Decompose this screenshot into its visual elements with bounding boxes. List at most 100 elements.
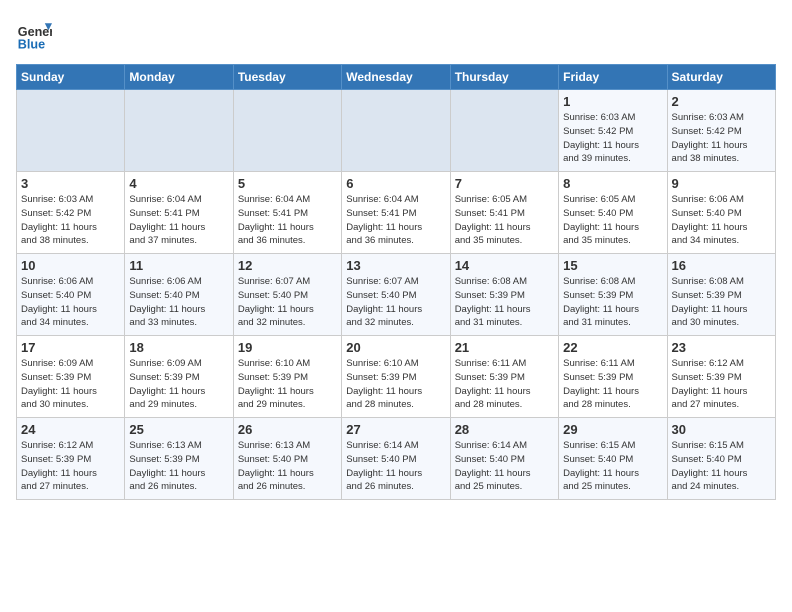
day-info: Sunrise: 6:03 AMSunset: 5:42 PMDaylight:…	[672, 111, 771, 166]
calendar-cell: 12Sunrise: 6:07 AMSunset: 5:40 PMDayligh…	[233, 254, 341, 336]
day-number: 29	[563, 422, 662, 437]
day-info: Sunrise: 6:10 AMSunset: 5:39 PMDaylight:…	[346, 357, 445, 412]
day-number: 16	[672, 258, 771, 273]
day-info: Sunrise: 6:05 AMSunset: 5:41 PMDaylight:…	[455, 193, 554, 248]
calendar-cell: 9 Sunrise: 6:06 AMSunset: 5:40 PMDaylight…	[667, 172, 775, 254]
weekday-header-thursday: Thursday	[450, 65, 558, 90]
calendar-cell: 15 Sunrise: 6:08 AMSunset: 5:39 PMDayligh…	[559, 254, 667, 336]
calendar-cell: 16 Sunrise: 6:08 AMSunset: 5:39 PMDayligh…	[667, 254, 775, 336]
day-number: 7	[455, 176, 554, 191]
weekday-header-tuesday: Tuesday	[233, 65, 341, 90]
calendar-cell: 1 Sunrise: 6:03 AMSunset: 5:42 PMDaylight…	[559, 90, 667, 172]
day-number: 15	[563, 258, 662, 273]
calendar-cell	[342, 90, 450, 172]
calendar-cell: 4Sunrise: 6:04 AMSunset: 5:41 PMDaylight…	[125, 172, 233, 254]
day-info: Sunrise: 6:12 AMSunset: 5:39 PMDaylight:…	[21, 439, 120, 494]
day-info: Sunrise: 6:08 AMSunset: 5:39 PMDaylight:…	[563, 275, 662, 330]
day-info: Sunrise: 6:06 AMSunset: 5:40 PMDaylight:…	[672, 193, 771, 248]
day-info: Sunrise: 6:12 AMSunset: 5:39 PMDaylight:…	[672, 357, 771, 412]
day-info: Sunrise: 6:03 AMSunset: 5:42 PMDaylight:…	[21, 193, 120, 248]
calendar-table: SundayMondayTuesdayWednesdayThursdayFrid…	[16, 64, 776, 500]
calendar-week-row: 17Sunrise: 6:09 AMSunset: 5:39 PMDayligh…	[17, 336, 776, 418]
weekday-header-row: SundayMondayTuesdayWednesdayThursdayFrid…	[17, 65, 776, 90]
day-info: Sunrise: 6:07 AMSunset: 5:40 PMDaylight:…	[346, 275, 445, 330]
calendar-cell: 19 Sunrise: 6:10 AMSunset: 5:39 PMDayligh…	[233, 336, 341, 418]
day-info: Sunrise: 6:13 AMSunset: 5:40 PMDaylight:…	[238, 439, 337, 494]
calendar-cell: 6Sunrise: 6:04 AMSunset: 5:41 PMDaylight…	[342, 172, 450, 254]
calendar-cell: 28Sunrise: 6:14 AMSunset: 5:40 PMDayligh…	[450, 418, 558, 500]
day-info: Sunrise: 6:05 AMSunset: 5:40 PMDaylight:…	[563, 193, 662, 248]
calendar-cell: 23 Sunrise: 6:12 AMSunset: 5:39 PMDayligh…	[667, 336, 775, 418]
calendar-week-row: 10 Sunrise: 6:06 AMSunset: 5:40 PMDayligh…	[17, 254, 776, 336]
calendar-week-row: 3 Sunrise: 6:03 AMSunset: 5:42 PMDaylight…	[17, 172, 776, 254]
calendar-week-row: 24 Sunrise: 6:12 AMSunset: 5:39 PMDayligh…	[17, 418, 776, 500]
day-info: Sunrise: 6:08 AMSunset: 5:39 PMDaylight:…	[455, 275, 554, 330]
day-number: 13	[346, 258, 445, 273]
day-info: Sunrise: 6:14 AMSunset: 5:40 PMDaylight:…	[455, 439, 554, 494]
calendar-cell	[450, 90, 558, 172]
calendar-cell: 11 Sunrise: 6:06 AMSunset: 5:40 PMDayligh…	[125, 254, 233, 336]
day-number: 11	[129, 258, 228, 273]
day-number: 25	[129, 422, 228, 437]
svg-text:Blue: Blue	[18, 37, 45, 51]
day-number: 23	[672, 340, 771, 355]
calendar-cell	[17, 90, 125, 172]
calendar-cell: 27 Sunrise: 6:14 AMSunset: 5:40 PMDayligh…	[342, 418, 450, 500]
calendar-cell: 26 Sunrise: 6:13 AMSunset: 5:40 PMDayligh…	[233, 418, 341, 500]
calendar-cell: 13 Sunrise: 6:07 AMSunset: 5:40 PMDayligh…	[342, 254, 450, 336]
day-number: 9	[672, 176, 771, 191]
calendar-week-row: 1 Sunrise: 6:03 AMSunset: 5:42 PMDaylight…	[17, 90, 776, 172]
day-number: 20	[346, 340, 445, 355]
calendar-cell: 25 Sunrise: 6:13 AMSunset: 5:39 PMDayligh…	[125, 418, 233, 500]
day-info: Sunrise: 6:03 AMSunset: 5:42 PMDaylight:…	[563, 111, 662, 166]
calendar-cell: 22 Sunrise: 6:11 AMSunset: 5:39 PMDayligh…	[559, 336, 667, 418]
logo: General Blue	[16, 16, 56, 52]
logo-icon: General Blue	[16, 16, 52, 52]
day-number: 30	[672, 422, 771, 437]
weekday-header-friday: Friday	[559, 65, 667, 90]
day-info: Sunrise: 6:07 AMSunset: 5:40 PMDaylight:…	[238, 275, 337, 330]
calendar-cell: 24 Sunrise: 6:12 AMSunset: 5:39 PMDayligh…	[17, 418, 125, 500]
day-info: Sunrise: 6:04 AMSunset: 5:41 PMDaylight:…	[346, 193, 445, 248]
calendar-cell: 5 Sunrise: 6:04 AMSunset: 5:41 PMDaylight…	[233, 172, 341, 254]
calendar-cell: 20 Sunrise: 6:10 AMSunset: 5:39 PMDayligh…	[342, 336, 450, 418]
day-number: 10	[21, 258, 120, 273]
day-number: 26	[238, 422, 337, 437]
calendar-cell: 14Sunrise: 6:08 AMSunset: 5:39 PMDayligh…	[450, 254, 558, 336]
calendar-cell	[233, 90, 341, 172]
day-info: Sunrise: 6:11 AMSunset: 5:39 PMDaylight:…	[455, 357, 554, 412]
day-info: Sunrise: 6:15 AMSunset: 5:40 PMDaylight:…	[563, 439, 662, 494]
day-info: Sunrise: 6:10 AMSunset: 5:39 PMDaylight:…	[238, 357, 337, 412]
day-number: 3	[21, 176, 120, 191]
day-info: Sunrise: 6:06 AMSunset: 5:40 PMDaylight:…	[129, 275, 228, 330]
calendar-cell: 2Sunrise: 6:03 AMSunset: 5:42 PMDaylight…	[667, 90, 775, 172]
day-info: Sunrise: 6:15 AMSunset: 5:40 PMDaylight:…	[672, 439, 771, 494]
day-number: 22	[563, 340, 662, 355]
day-number: 18	[129, 340, 228, 355]
weekday-header-monday: Monday	[125, 65, 233, 90]
calendar-cell: 30 Sunrise: 6:15 AMSunset: 5:40 PMDayligh…	[667, 418, 775, 500]
day-number: 27	[346, 422, 445, 437]
day-number: 1	[563, 94, 662, 109]
day-info: Sunrise: 6:04 AMSunset: 5:41 PMDaylight:…	[238, 193, 337, 248]
calendar-cell: 10Sunrise: 6:06 AMSunset: 5:40 PMDayligh…	[17, 254, 125, 336]
calendar-cell: 18 Sunrise: 6:09 AMSunset: 5:39 PMDayligh…	[125, 336, 233, 418]
calendar-cell: 29 Sunrise: 6:15 AMSunset: 5:40 PMDayligh…	[559, 418, 667, 500]
day-number: 24	[21, 422, 120, 437]
calendar-cell: 7 Sunrise: 6:05 AMSunset: 5:41 PMDaylight…	[450, 172, 558, 254]
calendar-cell: 21 Sunrise: 6:11 AMSunset: 5:39 PMDayligh…	[450, 336, 558, 418]
day-number: 21	[455, 340, 554, 355]
day-info: Sunrise: 6:09 AMSunset: 5:39 PMDaylight:…	[129, 357, 228, 412]
day-info: Sunrise: 6:11 AMSunset: 5:39 PMDaylight:…	[563, 357, 662, 412]
day-info: Sunrise: 6:14 AMSunset: 5:40 PMDaylight:…	[346, 439, 445, 494]
calendar-cell: 8 Sunrise: 6:05 AMSunset: 5:40 PMDaylight…	[559, 172, 667, 254]
day-number: 8	[563, 176, 662, 191]
day-info: Sunrise: 6:08 AMSunset: 5:39 PMDaylight:…	[672, 275, 771, 330]
day-number: 19	[238, 340, 337, 355]
day-number: 4	[129, 176, 228, 191]
day-number: 5	[238, 176, 337, 191]
day-info: Sunrise: 6:13 AMSunset: 5:39 PMDaylight:…	[129, 439, 228, 494]
calendar-body: 1 Sunrise: 6:03 AMSunset: 5:42 PMDaylight…	[17, 90, 776, 500]
weekday-header-sunday: Sunday	[17, 65, 125, 90]
calendar-cell: 3 Sunrise: 6:03 AMSunset: 5:42 PMDaylight…	[17, 172, 125, 254]
